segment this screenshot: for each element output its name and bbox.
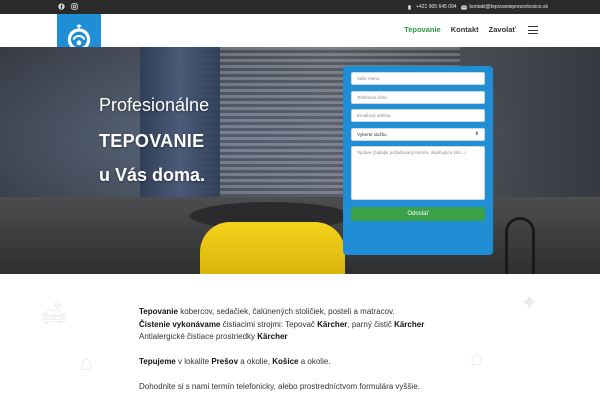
- chevron-updown-icon: ⬍: [474, 131, 479, 137]
- hero-banner: Profesionálne TEPOVANIE u Vás doma.: [0, 47, 600, 274]
- sofa-deco-icon: 🛋: [40, 300, 68, 325]
- nav-item-tepovanie[interactable]: Tepovanie: [404, 25, 441, 34]
- nav-item-kontakt[interactable]: Kontakt: [451, 25, 479, 34]
- menu-icon[interactable]: [528, 26, 538, 34]
- intro-paragraph-1: Tepovanie kobercov, sedačiek, čalúnených…: [139, 307, 395, 316]
- phone-field[interactable]: Telefónne číslo: [351, 90, 485, 104]
- name-field[interactable]: Vaše meno: [351, 72, 485, 85]
- intro-paragraph-4: Tepujeme v lokalite Prešov a okolie, Koš…: [139, 357, 331, 366]
- hero-headline-line2: TEPOVANIE: [99, 131, 205, 151]
- submit-button[interactable]: Odoslať: [351, 207, 485, 221]
- chair-deco-icon: ⌂: [80, 350, 94, 375]
- phone-icon: [407, 4, 412, 10]
- hero-headline-line3: u Vás doma.: [99, 165, 206, 185]
- cleaning-deco-icon: ✦: [520, 290, 539, 315]
- email-icon: [460, 5, 467, 10]
- intro-paragraph-2: Čistenie vykonávame čistiacimi strojmi: …: [139, 319, 425, 329]
- phone-number[interactable]: +421 905 645 094: [416, 4, 456, 10]
- instagram-icon[interactable]: [71, 3, 78, 10]
- hero-headline-line1: Profesionálne: [99, 95, 210, 115]
- email-address[interactable]: kontakt@tepovaniepresovkosice.sk: [470, 4, 548, 10]
- contact-form: Vaše meno Telefónne číslo Emailová adres…: [343, 66, 493, 255]
- intro-text: Tepovanie kobercov, sedačiek, čalúnených…: [139, 306, 479, 394]
- hero-background-cable: [505, 217, 535, 274]
- service-select-value: Vyberte službu: [357, 131, 387, 137]
- top-contact: +421 905 645 094 kontakt@tepovaniepresov…: [407, 4, 548, 10]
- facebook-icon[interactable]: [58, 3, 65, 10]
- social-links: [58, 3, 78, 10]
- service-select[interactable]: Vyberte službu ⬍: [351, 127, 485, 141]
- intro-paragraph-3: Antialergické čistiace prostriedky Kärch…: [139, 332, 288, 341]
- intro-paragraph-5: Dohodnite si s nami termín telefonicky, …: [139, 382, 420, 391]
- main-nav: Tepovanie Kontakt Zavolať: [404, 25, 536, 34]
- hero-background-machine: [200, 222, 345, 274]
- site-header: Tepovanie Kontakt Zavolať: [0, 14, 600, 61]
- message-textarea[interactable]: Správa (zadajte požadovaný termín, doplň…: [351, 146, 485, 200]
- top-bar: +421 905 645 094 kontakt@tepovaniepresov…: [0, 0, 600, 14]
- email-field[interactable]: Emailová adresa: [351, 109, 485, 122]
- nav-item-zavolat[interactable]: Zavolať: [489, 25, 516, 34]
